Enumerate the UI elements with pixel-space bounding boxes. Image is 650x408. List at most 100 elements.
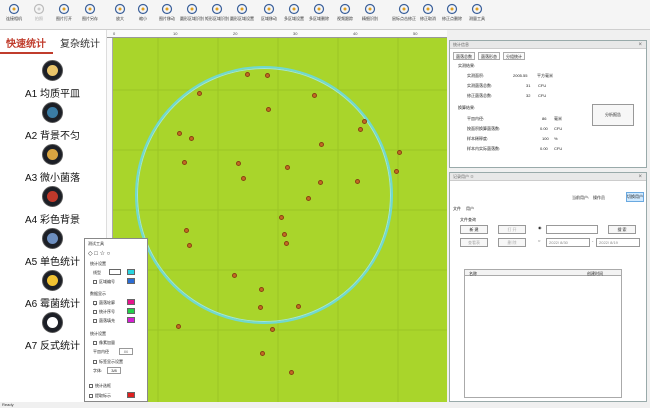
tab-quick-stats[interactable]: 快速统计 [6,35,46,50]
toolbar-button-6[interactable]: 图片移动 [155,1,179,29]
toolbar-button-10[interactable]: 区域移动 [257,1,281,29]
toolbar-button-2[interactable]: 图片打开 [52,1,76,29]
colony-marker[interactable] [358,127,363,132]
uniform-dish-icon [42,60,63,81]
picture-checkbox[interactable]: 提取标示 [89,393,111,399]
colony-marker[interactable] [318,180,323,185]
line-color-swatch[interactable] [127,269,135,275]
switch-user-button[interactable]: 切换用户 [626,192,644,202]
pin-icon[interactable]: ㅁ [470,174,474,179]
close-icon[interactable]: × [638,173,642,181]
date-to-picker[interactable]: 2022/ 8/19 [596,238,640,247]
toolbar-button-7[interactable]: 圆形区域识别 [180,1,204,29]
font-size-input[interactable]: 3/8 [107,367,121,374]
toolbar-button-15[interactable]: 鼠标点击修正 [392,1,416,29]
min-area-checkbox[interactable]: 像素加量 [93,340,115,346]
colony-marker[interactable] [259,287,264,292]
close-icon[interactable]: × [638,41,642,49]
new-button[interactable]: 新 建 [460,225,488,234]
colony-marker[interactable] [289,370,294,375]
toolbar-button-3[interactable]: 图片另存 [78,1,102,29]
colony-marker[interactable] [197,91,202,96]
toolbar-button-1[interactable]: 拍照 [27,1,51,29]
colony-marker[interactable] [260,351,265,356]
toolbar-button-8[interactable]: 矩形区域识别 [205,1,229,29]
dish-image-canvas[interactable] [113,38,447,402]
show-region-checkbox[interactable]: 区域编号 [93,279,115,285]
view-table-button[interactable]: 查看表 [460,238,488,247]
colony-marker[interactable] [241,176,246,181]
toolbar-button-4[interactable]: 放大 [108,1,132,29]
search-input[interactable] [546,225,598,234]
menu-file[interactable]: 文件 [453,206,461,212]
colony-marker[interactable] [184,228,189,233]
toolbar-button-5[interactable]: 缩小 [131,1,155,29]
colony-marker[interactable] [362,119,367,124]
colony-marker[interactable] [266,107,271,112]
show-fill-checkbox[interactable]: 菌落填充 [93,318,115,324]
toolbar-button-12[interactable]: 多区域删除 [307,1,331,29]
toolbar-button-17[interactable]: 修正点删除 [440,1,464,29]
toolbar-button-14[interactable]: 精细识别 [358,1,382,29]
records-table-body[interactable] [464,276,622,398]
index-color-swatch[interactable] [127,308,135,314]
show-outline-checkbox[interactable]: ✓ 菌落轮廓 [93,300,115,307]
colony-marker[interactable] [189,136,194,141]
colony-marker[interactable] [236,161,241,166]
colony-marker[interactable] [245,72,250,77]
colony-marker[interactable] [394,169,399,174]
colony-marker[interactable] [284,241,289,246]
label-setting-checkbox[interactable]: 标签显示设置 [93,359,123,365]
colony-marker[interactable] [176,324,181,329]
toolbar-button-13[interactable]: 视频跟踪 [333,1,357,29]
open-button[interactable]: 打 开 [498,225,526,234]
show-index-checkbox[interactable]: 统计序号 [93,309,115,315]
colony-marker[interactable] [265,73,270,78]
mode-item[interactable]: A4 彩色背景 [25,186,105,226]
colony-marker[interactable] [285,165,290,170]
colony-marker[interactable] [319,142,324,147]
records-title-text: 记录用户 [453,174,469,179]
tab-group-stats[interactable]: 分组统计 [503,52,525,60]
mode-item[interactable]: A2 背景不匀 [25,102,105,142]
shape-tool-icons[interactable]: ◇ □ ☆ ○ [88,250,110,257]
colony-marker[interactable] [312,93,317,98]
colony-marker[interactable] [306,196,311,201]
toolbar-button-9[interactable]: 圆形区域设置 [230,1,254,29]
colony-marker[interactable] [296,304,301,309]
fill-color-swatch[interactable] [127,317,135,323]
colony-marker[interactable] [270,327,275,332]
mode-item[interactable]: A1 均质平皿 [25,60,105,100]
toolbar-button-18[interactable]: 测量工具 [465,1,489,29]
line-style-select[interactable] [109,269,121,275]
analysis-report-button[interactable]: 分析报告 [592,104,634,126]
colony-marker[interactable] [182,160,187,165]
outline-color-swatch[interactable] [127,299,135,305]
menu-user[interactable]: 用户 [466,206,474,212]
radio-date[interactable]: ○ [538,238,540,243]
toolbar-button-11[interactable]: 多区域设置 [282,1,306,29]
colony-marker[interactable] [279,215,284,220]
diameter-input[interactable]: 86 [119,348,133,355]
picture-color-swatch[interactable] [127,392,135,398]
tab-complex-stats[interactable]: 复杂统计 [60,35,100,50]
colony-marker[interactable] [187,243,192,248]
stat-select-checkbox[interactable]: 统计选框 [89,383,111,389]
search-button[interactable]: 搜 索 [608,225,636,234]
colony-marker[interactable] [177,131,182,136]
toolbar-button-0[interactable]: 连接相机 [2,1,26,29]
tab-colony-total[interactable]: 菌落总数 [453,52,475,60]
colony-marker[interactable] [258,305,263,310]
radio-search[interactable]: ◉ [538,225,542,230]
tab-colony-shape[interactable]: 菌落形态 [478,52,500,60]
toolbar-label: 图片移动 [159,16,175,21]
colony-marker[interactable] [355,179,360,184]
colony-marker[interactable] [397,150,402,155]
colony-marker[interactable] [282,232,287,237]
delete-button[interactable]: 删 除 [498,238,526,247]
region-color-swatch[interactable] [127,278,135,284]
colony-marker[interactable] [232,273,237,278]
mode-item[interactable]: A3 微小菌落 [25,144,105,184]
toolbar-button-16[interactable]: 修正取消 [416,1,440,29]
date-from-picker[interactable]: 2022/ 8/30 [546,238,590,247]
